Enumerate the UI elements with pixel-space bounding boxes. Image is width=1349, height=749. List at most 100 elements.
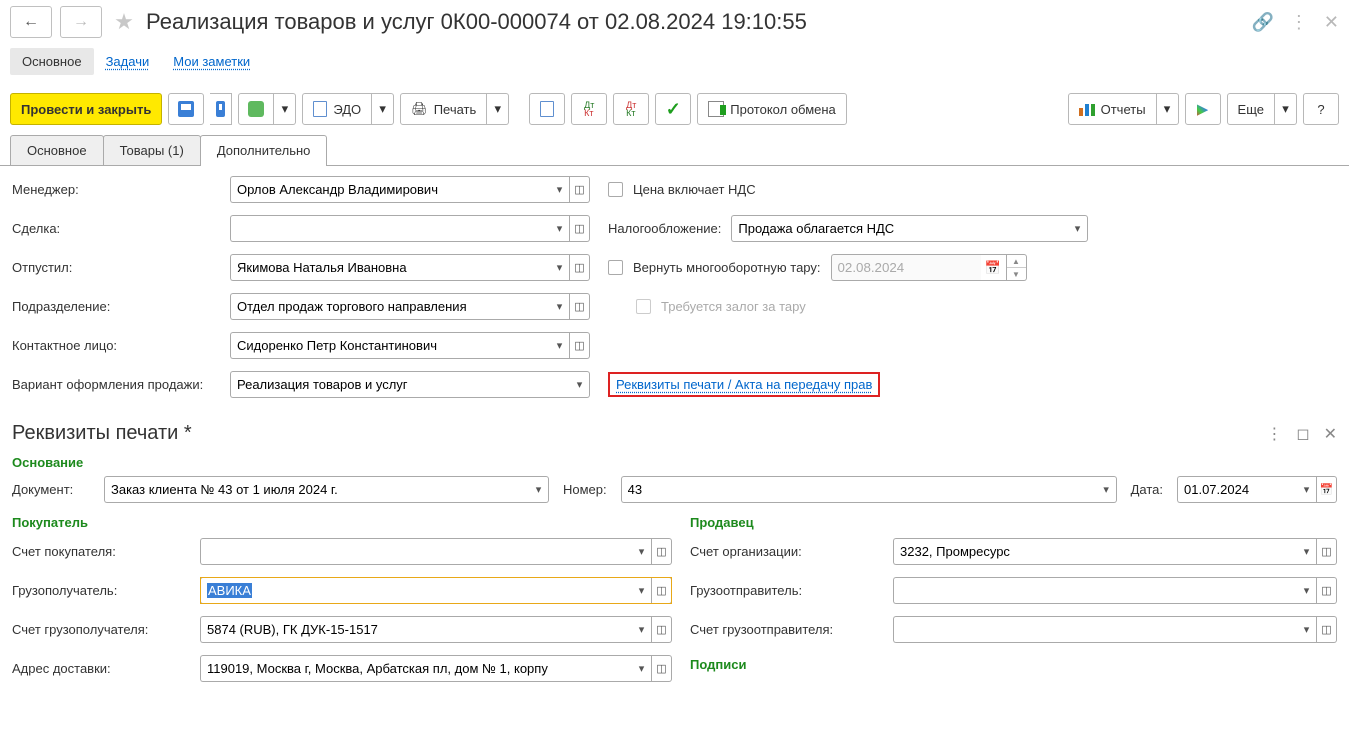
delivery-address-dropdown[interactable]: ▾ <box>632 655 652 682</box>
reports-dropdown[interactable]: ▾ <box>1157 93 1179 125</box>
nav-back-button[interactable]: ← <box>10 6 52 38</box>
tare-date-calendar[interactable]: 📅 <box>981 254 1007 281</box>
deal-label: Сделка: <box>12 221 212 236</box>
shipper-account-open[interactable]: ◫ <box>1317 616 1337 643</box>
seller-account-dropdown[interactable]: ▾ <box>1297 538 1317 565</box>
seller-account-input[interactable] <box>893 538 1297 565</box>
date-calendar[interactable]: 📅 <box>1317 476 1337 503</box>
released-input[interactable] <box>230 254 550 281</box>
variant-input[interactable] <box>230 371 570 398</box>
post-button[interactable] <box>210 93 232 125</box>
price-incl-vat-checkbox[interactable] <box>608 182 623 197</box>
shipper-account-input[interactable] <box>893 616 1297 643</box>
deal-dropdown[interactable]: ▾ <box>550 215 570 242</box>
manager-input[interactable] <box>230 176 550 203</box>
dept-open[interactable]: ◫ <box>570 293 590 320</box>
deal-input[interactable] <box>230 215 550 242</box>
tare-date-spinner[interactable]: ▲▼ <box>1007 254 1027 281</box>
close-icon[interactable]: ✕ <box>1324 12 1339 33</box>
buyer-account-label: Счет покупателя: <box>12 544 192 559</box>
edo-dropdown[interactable]: ▾ <box>372 93 394 125</box>
favorite-star-icon[interactable]: ★ <box>110 9 138 35</box>
sub-maximize-icon[interactable]: ◻ <box>1296 424 1309 444</box>
play-icon: ▶ <box>1197 100 1209 118</box>
seller-account-label: Счет организации: <box>690 544 885 559</box>
tax-input[interactable] <box>731 215 1068 242</box>
reports-button[interactable]: Отчеты <box>1068 93 1157 125</box>
tare-date-input[interactable] <box>831 254 981 281</box>
consignee-open[interactable]: ◫ <box>652 577 672 604</box>
consignee-account-dropdown[interactable]: ▾ <box>632 616 652 643</box>
number-input[interactable] <box>621 476 1097 503</box>
consignee-input[interactable]: АВИКА <box>200 577 632 604</box>
contact-input[interactable] <box>230 332 550 359</box>
buyer-account-dropdown[interactable]: ▾ <box>632 538 652 565</box>
shipper-account-label: Счет грузоотправителя: <box>690 622 885 637</box>
more-button[interactable]: Еще <box>1227 93 1275 125</box>
save-button[interactable] <box>168 93 204 125</box>
sub-kebab-icon[interactable]: ⋮ <box>1266 424 1282 444</box>
buyer-account-open[interactable]: ◫ <box>652 538 672 565</box>
kebab-icon[interactable]: ⋮ <box>1290 12 1308 33</box>
document-input[interactable] <box>104 476 529 503</box>
print-button[interactable]: 🖨Печать <box>400 93 487 125</box>
tax-dropdown[interactable]: ▾ <box>1068 215 1088 242</box>
more-dropdown[interactable]: ▾ <box>1275 93 1297 125</box>
help-button[interactable]: ? <box>1303 93 1339 125</box>
nav-forward-button[interactable]: → <box>60 6 102 38</box>
create-based-dropdown[interactable]: ▾ <box>274 93 296 125</box>
manager-dropdown[interactable]: ▾ <box>550 176 570 203</box>
printer-icon: 🖨 <box>411 101 428 117</box>
dept-dropdown[interactable]: ▾ <box>550 293 570 320</box>
delivery-address-input[interactable] <box>200 655 632 682</box>
buyer-group-label: Покупатель <box>12 513 672 532</box>
return-tare-checkbox[interactable] <box>608 260 623 275</box>
print-requisites-link[interactable]: Реквизиты печати / Акта на передачу прав <box>608 372 880 397</box>
dept-input[interactable] <box>230 293 550 320</box>
seller-account-open[interactable]: ◫ <box>1317 538 1337 565</box>
protocol-button[interactable]: Протокол обмена <box>697 93 847 125</box>
contact-label: Контактное лицо: <box>12 338 212 353</box>
shipper-dropdown[interactable]: ▾ <box>1297 577 1317 604</box>
sub-close-icon[interactable]: ✕ <box>1324 424 1337 444</box>
shipper-open[interactable]: ◫ <box>1317 577 1337 604</box>
actions-button[interactable]: ▶ <box>1185 93 1221 125</box>
section-main[interactable]: Основное <box>10 48 94 75</box>
dt-kt-button[interactable]: ДтКт <box>571 93 607 125</box>
released-open[interactable]: ◫ <box>570 254 590 281</box>
deposit-tare-checkbox <box>636 299 651 314</box>
manager-open[interactable]: ◫ <box>570 176 590 203</box>
section-tasks[interactable]: Задачи <box>94 48 162 75</box>
shipper-input[interactable] <box>893 577 1297 604</box>
buyer-account-input[interactable] <box>200 538 632 565</box>
edo-button[interactable]: ЭДО <box>302 93 372 125</box>
edo-icon <box>313 101 327 117</box>
subwindow-title: Реквизиты печати * <box>12 422 1266 445</box>
section-notes[interactable]: Мои заметки <box>161 48 262 75</box>
tab-main[interactable]: Основное <box>10 135 104 165</box>
date-dropdown[interactable]: ▾ <box>1297 476 1317 503</box>
date-input[interactable] <box>1177 476 1297 503</box>
contact-dropdown[interactable]: ▾ <box>550 332 570 359</box>
released-dropdown[interactable]: ▾ <box>550 254 570 281</box>
contact-open[interactable]: ◫ <box>570 332 590 359</box>
document-dropdown[interactable]: ▾ <box>529 476 549 503</box>
consignee-account-open[interactable]: ◫ <box>652 616 672 643</box>
create-based-button[interactable] <box>238 93 274 125</box>
shipper-account-dropdown[interactable]: ▾ <box>1297 616 1317 643</box>
tab-additional[interactable]: Дополнительно <box>200 135 328 165</box>
consignee-account-input[interactable] <box>200 616 632 643</box>
dt-kt-button-2[interactable]: ДтКт <box>613 93 649 125</box>
post-and-close-button[interactable]: Провести и закрыть <box>10 93 162 125</box>
print-dropdown[interactable]: ▾ <box>487 93 509 125</box>
deal-open[interactable]: ◫ <box>570 215 590 242</box>
link-icon[interactable]: 🔗 <box>1251 12 1273 33</box>
variant-dropdown[interactable]: ▾ <box>570 371 590 398</box>
manager-label: Менеджер: <box>12 182 212 197</box>
number-dropdown[interactable]: ▾ <box>1097 476 1117 503</box>
tab-goods[interactable]: Товары (1) <box>103 135 201 165</box>
consignee-dropdown[interactable]: ▾ <box>632 577 652 604</box>
structure-button[interactable] <box>529 93 565 125</box>
approve-button[interactable]: ✓ <box>655 93 691 125</box>
delivery-address-open[interactable]: ◫ <box>652 655 672 682</box>
